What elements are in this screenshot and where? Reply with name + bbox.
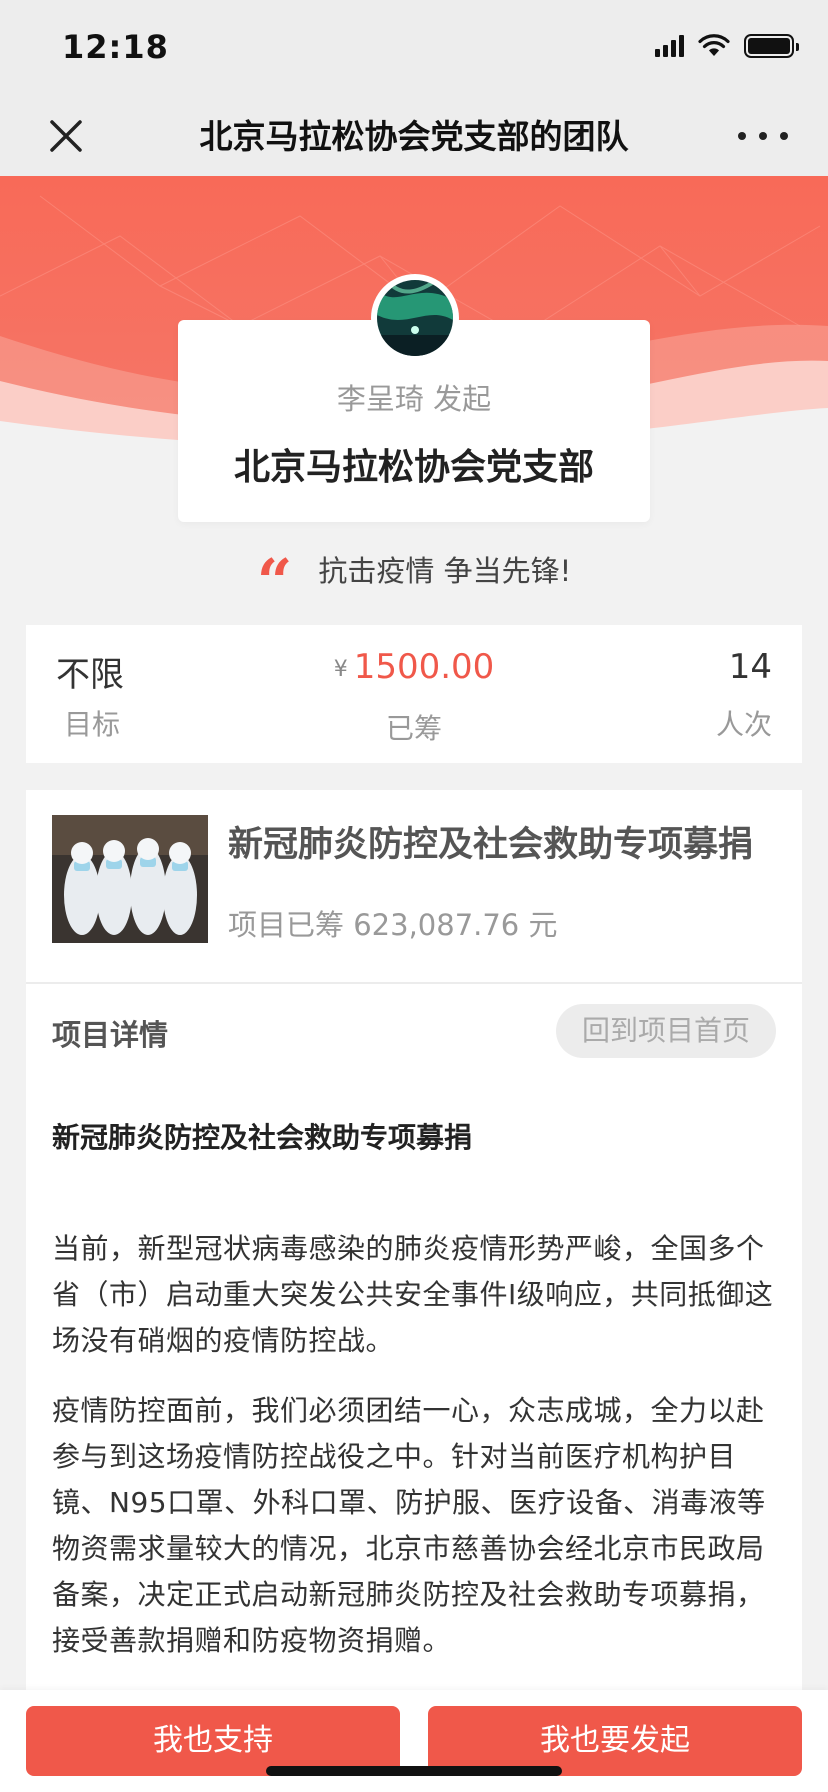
project-card: 新冠肺炎防控及社会救助专项募捐 项目已筹 623,087.76 元 项目详情 回… bbox=[26, 790, 802, 1790]
quote-icon: “ bbox=[256, 545, 293, 618]
page-title: 北京马拉松协会党支部的团队 bbox=[199, 117, 629, 156]
close-icon[interactable] bbox=[44, 114, 88, 158]
cellular-signal-icon bbox=[655, 35, 684, 57]
home-indicator[interactable] bbox=[266, 1766, 562, 1776]
donor-count-label: 人次 bbox=[715, 708, 772, 741]
content-title: 新冠肺炎防控及社会救助专项募捐 bbox=[52, 1121, 473, 1154]
project-raised-amount: 项目已筹 623,087.76 元 bbox=[228, 908, 558, 942]
content-paragraph: 疫情防控面前，我们必须团结一心，众志成城，全力以赴参与到这场疫情防控战役之中。针… bbox=[52, 1394, 766, 1657]
stats-panel: 不限 目标 ¥1500.00 已筹 14 人次 bbox=[26, 625, 802, 763]
initiator-text: 李呈琦 发起 bbox=[336, 382, 492, 416]
status-time: 12:18 bbox=[62, 28, 169, 66]
team-name: 北京马拉松协会党支部 bbox=[233, 447, 594, 488]
status-bar: 12:18 bbox=[0, 0, 828, 96]
currency-symbol: ¥ bbox=[333, 657, 348, 682]
donor-count-value: 14 bbox=[728, 647, 772, 687]
avatar bbox=[371, 274, 459, 362]
project-title[interactable]: 新冠肺炎防控及社会救助专项募捐 bbox=[228, 816, 753, 867]
nav-bar: 北京马拉松协会党支部的团队 bbox=[0, 96, 828, 176]
slogan-text: 抗击疫情 争当先锋! bbox=[318, 554, 572, 588]
project-detail-heading: 项目详情 bbox=[52, 1018, 169, 1052]
back-to-project-button[interactable]: 回到项目首页 bbox=[556, 1004, 776, 1058]
status-icons bbox=[655, 34, 799, 58]
raised-label: 已筹 bbox=[385, 712, 442, 745]
content-paragraph: 当前，新型冠状病毒感染的肺炎疫情形势严峻，全国多个省（市）启动重大突发公共安全事… bbox=[52, 1232, 774, 1357]
project-thumbnail[interactable] bbox=[52, 815, 208, 943]
raised-amount: ¥1500.00 bbox=[26, 647, 802, 687]
divider bbox=[26, 982, 802, 984]
battery-icon bbox=[744, 34, 799, 58]
slogan: “ 抗击疫情 争当先锋! bbox=[0, 545, 828, 618]
more-dots-icon[interactable] bbox=[738, 118, 788, 154]
wifi-icon bbox=[698, 34, 730, 56]
bottom-action-bar: 我也支持 我也要发起 bbox=[0, 1690, 828, 1792]
raised-value: 1500.00 bbox=[353, 647, 495, 687]
